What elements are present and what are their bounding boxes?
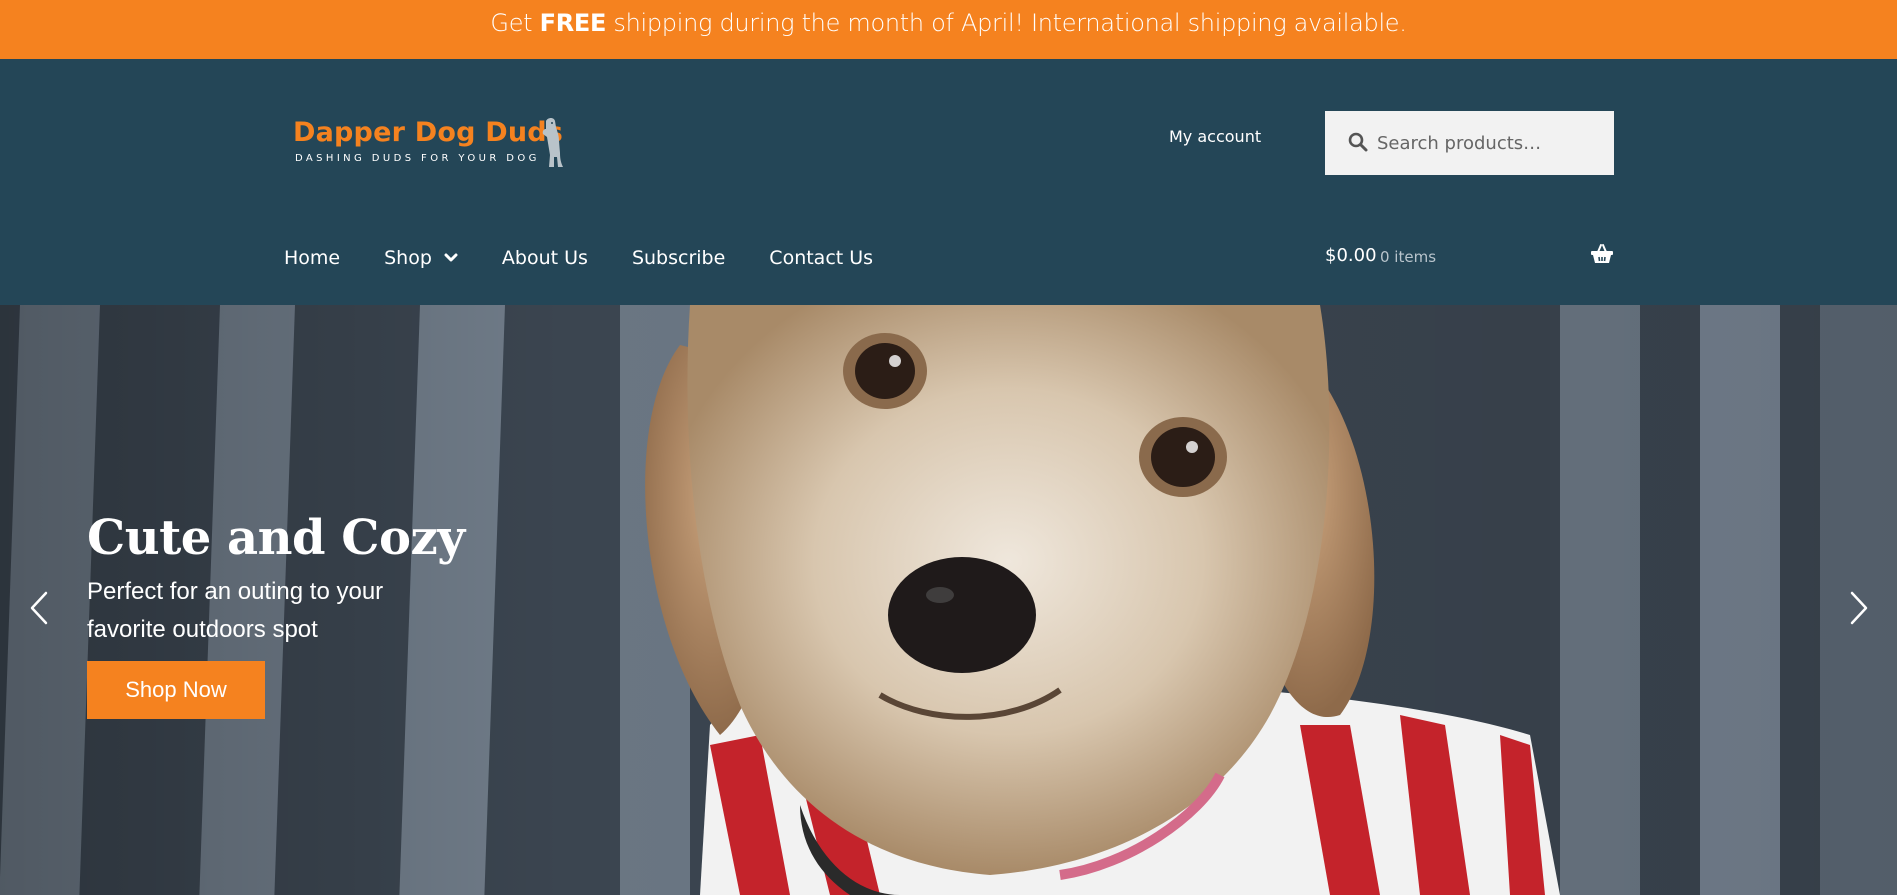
nav-item-label: Shop <box>384 247 432 269</box>
chevron-down-icon[interactable] <box>444 253 458 263</box>
nav-item-label: Subscribe <box>631 247 726 269</box>
cart-summary[interactable]: $0.00 0 items <box>1325 243 1614 271</box>
chevron-right-icon[interactable] <box>1846 590 1872 626</box>
my-account-link[interactable]: My account <box>1169 127 1261 146</box>
announcement-bar: Get FREE shipping during the month of Ap… <box>0 0 1897 59</box>
announcement-prefix: Get <box>490 9 540 37</box>
nav-item-label: About Us <box>501 247 588 269</box>
nav-item-label: Contact Us <box>769 247 874 269</box>
nav-item-home[interactable]: Home <box>284 247 340 269</box>
shop-now-button[interactable]: Shop Now <box>87 661 265 719</box>
search-icon <box>1348 132 1368 152</box>
hero-slider: Cute and Cozy Perfect for an outing to y… <box>0 305 1897 895</box>
search-input[interactable] <box>1377 111 1607 175</box>
logo-title: Dapper Dog Duds <box>293 117 564 148</box>
primary-nav: Home Shop About Us Subscribe Contact Us <box>284 243 917 273</box>
announcement-bold: FREE <box>539 9 607 37</box>
nav-item-about-us[interactable]: About Us <box>502 247 588 269</box>
nav-item-label: Home <box>284 247 341 269</box>
basket-icon[interactable] <box>1590 243 1614 265</box>
cart-amount: $0.00 <box>1325 245 1377 266</box>
nav-item-shop[interactable]: Shop <box>384 247 458 269</box>
chevron-left-icon[interactable] <box>26 590 52 626</box>
dog-silhouette-icon <box>542 118 563 167</box>
hero-title: Cute and Cozy <box>87 510 465 566</box>
logo-tagline: DASHING DUDS FOR YOUR DOG <box>295 153 540 164</box>
product-search[interactable] <box>1325 111 1614 175</box>
nav-item-subscribe[interactable]: Subscribe <box>632 247 725 269</box>
cart-item-count: 0 items <box>1380 248 1437 266</box>
hero-subtitle: Perfect for an outing to your favorite o… <box>87 578 384 643</box>
announcement-suffix: shipping during the month of April! Inte… <box>606 9 1407 37</box>
nav-item-contact-us[interactable]: Contact Us <box>769 247 873 269</box>
site-logo[interactable]: Dapper Dog Duds DASHING DUDS FOR YOUR DO… <box>293 117 573 177</box>
site-header: Dapper Dog Duds DASHING DUDS FOR YOUR DO… <box>0 59 1897 305</box>
